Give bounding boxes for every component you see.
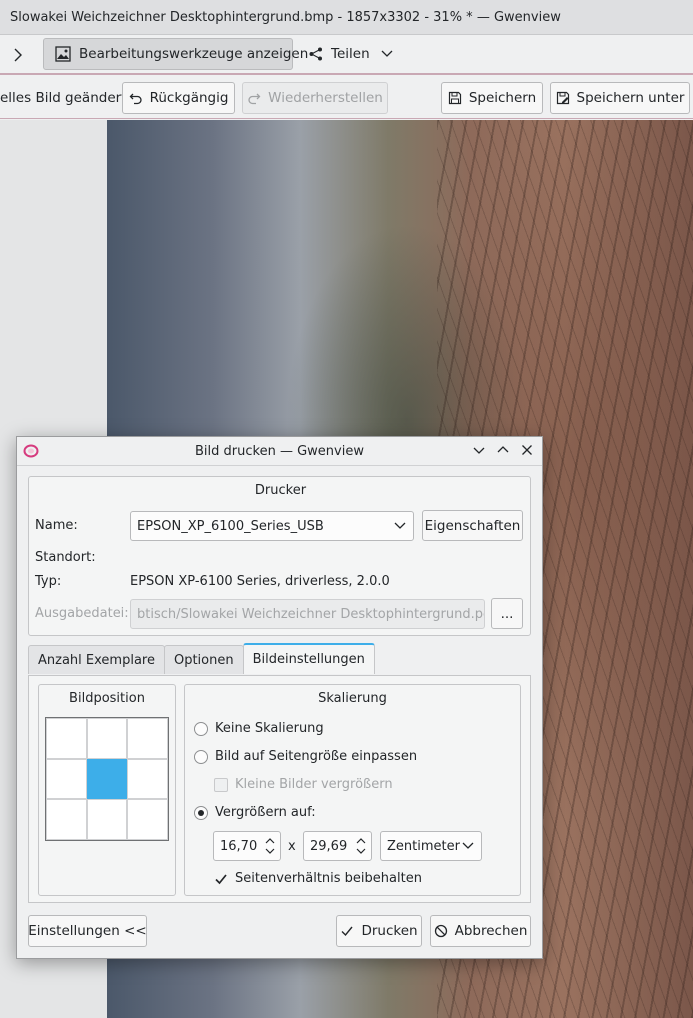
- keep-ratio-checkbox[interactable]: [214, 872, 228, 886]
- chevron-down-icon: [462, 842, 474, 850]
- position-cell-bottom-left[interactable]: [46, 799, 87, 840]
- undo-icon: [129, 91, 143, 105]
- redo-label: Wiederherstellen: [268, 90, 383, 106]
- settings-toggle-label: Einstellungen <<: [28, 923, 147, 939]
- save-as-icon: [556, 91, 570, 105]
- gwenview-app-icon: [23, 443, 39, 459]
- share-button[interactable]: Teilen: [298, 38, 403, 70]
- position-cell-top-right[interactable]: [127, 718, 168, 759]
- print-label: Drucken: [361, 923, 418, 939]
- unit-select[interactable]: Zentimeter: [380, 831, 482, 861]
- properties-label: Eigenschaften: [424, 517, 521, 534]
- sidebar-toggle-button[interactable]: [6, 39, 30, 71]
- redo-button[interactable]: Wiederherstellen: [242, 82, 388, 114]
- browse-label: ...: [500, 605, 514, 622]
- printer-name-value: EPSON_XP_6100_Series_USB: [137, 518, 324, 534]
- type-value: EPSON XP-6100 Series, driverless, 2.0.0: [130, 574, 390, 589]
- position-grid: [45, 717, 169, 841]
- edit-tools-label: Bearbeitungswerkzeuge anzeigen: [79, 46, 309, 62]
- modified-status-text: elles Bild geändert: [0, 90, 127, 106]
- cancel-label: Abbrechen: [454, 923, 528, 939]
- share-label: Teilen: [331, 46, 370, 62]
- checkmark-icon: [340, 924, 354, 938]
- position-cell-top-center[interactable]: [86, 718, 128, 759]
- undo-button[interactable]: Rückgängig: [122, 82, 235, 114]
- tab-image-settings[interactable]: Bildeinstellungen: [242, 643, 375, 674]
- tab-copies-label: Anzahl Exemplare: [38, 652, 155, 668]
- window-title: Slowakei Weichzeichner Desktophintergrun…: [10, 9, 561, 25]
- scaling-group-title: Skalierung: [318, 691, 387, 706]
- spin-arrows-icon[interactable]: [355, 836, 367, 856]
- location-label: Standort:: [35, 550, 96, 565]
- print-dialog: Bild drucken — Gwenview Drucker Name: EP…: [16, 436, 543, 959]
- chevron-down-icon: [381, 50, 393, 58]
- tab-options[interactable]: Optionen: [163, 645, 244, 674]
- name-label: Name:: [35, 518, 78, 533]
- no-scaling-label: Keine Skalierung: [215, 721, 324, 736]
- properties-button[interactable]: Eigenschaften: [422, 510, 523, 541]
- position-cell-middle-right[interactable]: [127, 758, 168, 800]
- scale-to-radio[interactable]: [194, 806, 208, 820]
- dialog-titlebar: Bild drucken — Gwenview: [17, 437, 542, 466]
- height-spinbox[interactable]: 29,69: [303, 831, 372, 861]
- save-as-button[interactable]: Speichern unter: [550, 82, 690, 114]
- undo-label: Rückgängig: [149, 90, 229, 106]
- cancel-button[interactable]: Abbrechen: [430, 915, 531, 947]
- spin-arrows-icon[interactable]: [264, 836, 276, 856]
- save-label: Speichern: [468, 90, 537, 106]
- window-titlebar: Slowakei Weichzeichner Desktophintergrun…: [0, 0, 693, 35]
- width-value: 16,70: [220, 838, 258, 854]
- fit-page-label: Bild auf Seitengröße einpassen: [215, 749, 418, 764]
- share-icon: [308, 46, 324, 62]
- position-cell-top-left[interactable]: [46, 718, 87, 759]
- save-icon: [448, 91, 462, 105]
- width-spinbox[interactable]: 16,70: [213, 831, 281, 861]
- unit-value: Zentimeter: [387, 838, 460, 854]
- print-button[interactable]: Drucken: [336, 915, 422, 947]
- chevron-right-icon: [12, 47, 24, 63]
- close-icon[interactable]: [520, 443, 534, 457]
- browse-button[interactable]: ...: [491, 598, 523, 629]
- tab-copies[interactable]: Anzahl Exemplare: [28, 645, 165, 674]
- minimize-icon[interactable]: [472, 443, 486, 457]
- tab-image-settings-label: Bildeinstellungen: [252, 652, 365, 667]
- type-label: Typ:: [35, 574, 62, 589]
- position-cell-bottom-right[interactable]: [127, 799, 168, 840]
- print-tabs: Anzahl Exemplare Optionen Bildeinstellun…: [28, 643, 375, 676]
- enlarge-small-label: Kleine Bilder vergrößern: [235, 777, 393, 792]
- scale-to-label: Vergrößern auf:: [215, 805, 316, 820]
- enlarge-small-checkbox[interactable]: [214, 778, 228, 792]
- position-cell-middle-left[interactable]: [46, 758, 87, 800]
- settings-toggle-button[interactable]: Einstellungen <<: [28, 915, 147, 947]
- chevron-down-icon: [394, 522, 406, 530]
- edit-tools-button[interactable]: Bearbeitungswerkzeuge anzeigen: [43, 38, 308, 70]
- main-toolbar: Bearbeitungswerkzeuge anzeigen Teilen: [0, 35, 693, 75]
- printer-group-title: Drucker: [254, 483, 307, 498]
- fit-page-radio[interactable]: [194, 750, 208, 764]
- dialog-title: Bild drucken — Gwenview: [195, 443, 364, 459]
- output-file-value: btisch/Slowakei Weichzeichner Desktophin…: [137, 606, 485, 622]
- times-label: x: [288, 839, 296, 854]
- save-as-label: Speichern unter: [576, 90, 685, 106]
- cancel-icon: [434, 924, 448, 938]
- no-scaling-radio[interactable]: [194, 722, 208, 736]
- position-group-title: Bildposition: [69, 691, 145, 706]
- position-cell-bottom-center[interactable]: [86, 799, 128, 840]
- keep-ratio-label: Seitenverhältnis beibehalten: [235, 871, 422, 886]
- redo-icon: [247, 91, 261, 105]
- maximize-icon[interactable]: [496, 443, 510, 457]
- image-edit-icon: [54, 45, 72, 63]
- position-cell-center[interactable]: [86, 758, 128, 800]
- printer-name-select[interactable]: EPSON_XP_6100_Series_USB: [130, 511, 414, 541]
- save-button[interactable]: Speichern: [441, 82, 543, 114]
- tab-options-label: Optionen: [173, 652, 234, 668]
- height-value: 29,69: [310, 838, 348, 854]
- output-file-label: Ausgabedatei:: [35, 606, 129, 621]
- output-file-field[interactable]: btisch/Slowakei Weichzeichner Desktophin…: [130, 599, 485, 629]
